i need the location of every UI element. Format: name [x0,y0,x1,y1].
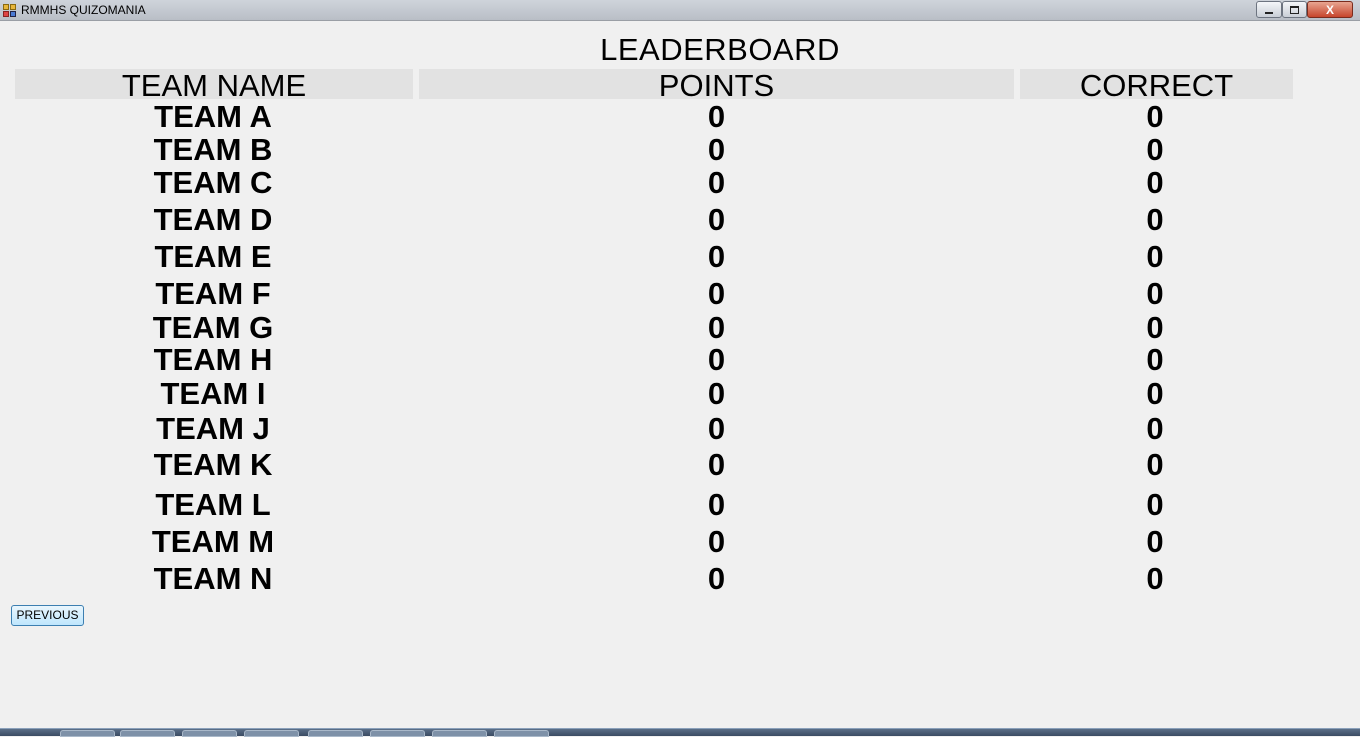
points-cell: 0 [707,276,726,311]
team-name-cell: TEAM K [153,447,273,482]
minimize-icon [1265,11,1273,14]
correct-cell: 0 [1146,376,1164,411]
column-header-points: POINTS [419,69,1014,103]
points-cell: 0 [707,165,726,200]
window-title: RMMHS QUIZOMANIA [21,3,146,17]
column-header-correct: CORRECT [1020,69,1293,103]
team-name-cell: TEAM H [153,342,273,377]
correct-cell: 0 [1146,239,1164,274]
team-name-cell: TEAM B [153,132,273,167]
correct-cell: 0 [1146,202,1164,237]
maximize-button[interactable] [1282,1,1307,18]
points-cell: 0 [707,376,726,411]
points-cell: 0 [707,342,726,377]
column-header-team-name: TEAM NAME [15,69,413,103]
correct-cell: 0 [1146,447,1164,482]
close-icon: X [1325,2,1334,17]
team-name-cell: TEAM I [160,376,266,411]
correct-cell: 0 [1146,132,1164,167]
team-name-cell: TEAM L [155,487,271,522]
taskbar [0,728,1360,737]
points-cell: 0 [707,99,726,134]
points-cell: 0 [707,202,726,237]
correct-cell: 0 [1146,165,1164,200]
points-cell: 0 [707,561,726,596]
points-cell: 0 [707,487,726,522]
correct-cell: 0 [1146,276,1164,311]
points-cell: 0 [707,524,726,559]
team-name-cell: TEAM D [153,202,273,237]
close-button[interactable]: X [1307,1,1353,18]
team-name-cell: TEAM M [151,524,275,559]
team-name-cell: TEAM G [152,310,274,345]
correct-cell: 0 [1146,524,1164,559]
minimize-button[interactable] [1256,1,1282,18]
previous-button[interactable]: PREVIOUS [11,605,84,626]
correct-cell: 0 [1146,487,1164,522]
points-cell: 0 [707,411,726,446]
title-bar[interactable]: RMMHS QUIZOMANIA X [0,0,1360,21]
app-icon [3,4,16,17]
points-cell: 0 [707,239,726,274]
correct-cell: 0 [1146,310,1164,345]
correct-cell: 0 [1146,342,1164,377]
team-name-cell: TEAM C [153,165,273,200]
points-cell: 0 [707,132,726,167]
team-name-cell: TEAM F [155,276,271,311]
points-cell: 0 [707,447,726,482]
correct-cell: 0 [1146,561,1164,596]
maximize-icon [1290,5,1299,14]
leaderboard-title: LEADERBOARD [600,32,840,67]
team-name-cell: TEAM J [156,411,270,446]
correct-cell: 0 [1146,411,1164,446]
correct-cell: 0 [1146,99,1164,134]
team-name-cell: TEAM E [154,239,272,274]
team-name-cell: TEAM N [153,561,273,596]
team-name-cell: TEAM A [154,99,272,134]
points-cell: 0 [707,310,726,345]
